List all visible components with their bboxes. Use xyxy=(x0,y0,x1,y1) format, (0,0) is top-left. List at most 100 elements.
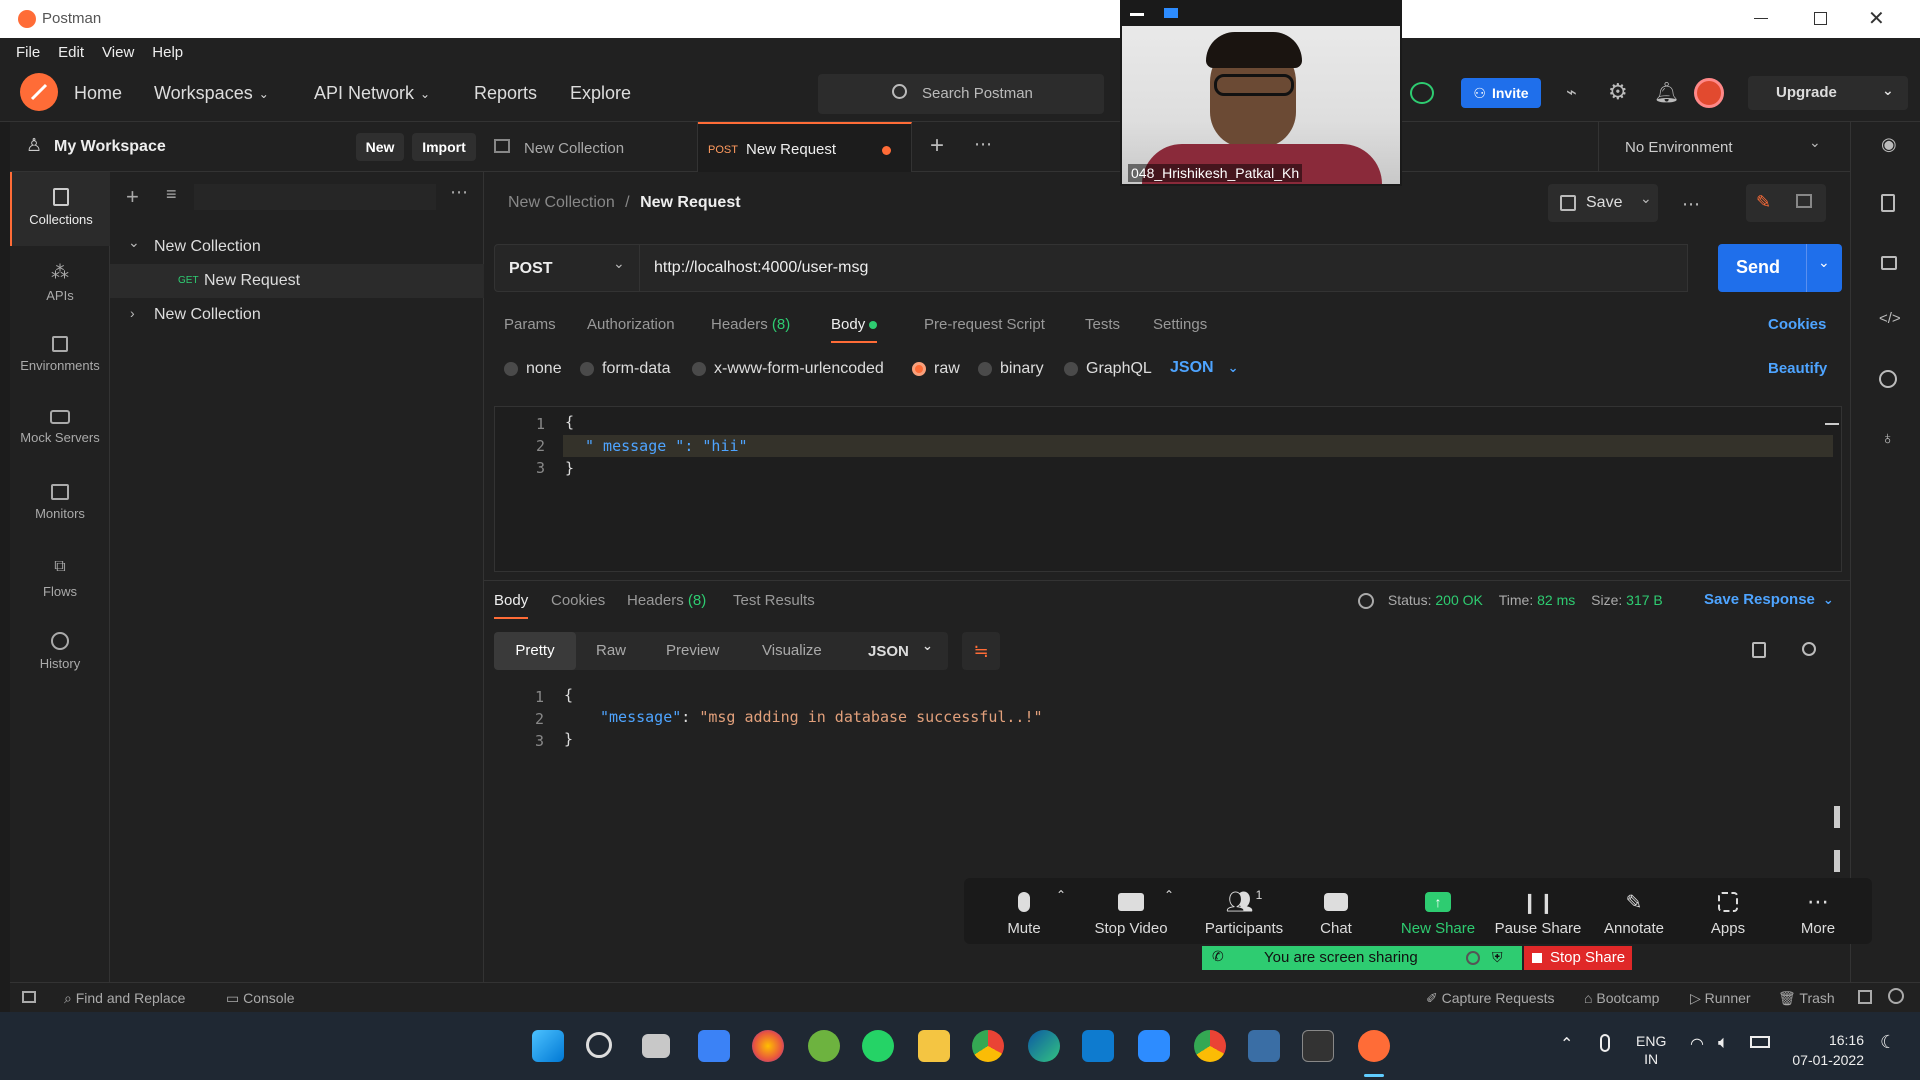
menu-file[interactable]: File xyxy=(16,44,40,61)
postman-logo-icon[interactable] xyxy=(20,73,58,111)
save-button[interactable]: Save ⌄ xyxy=(1548,184,1658,222)
participants-button[interactable]: 👥︎ 1 Participants xyxy=(1194,888,1294,937)
view-pretty[interactable]: Pretty xyxy=(494,632,576,670)
radio-raw[interactable]: raw xyxy=(912,360,960,378)
radio-graphql[interactable]: GraphQL xyxy=(1064,360,1152,378)
nav-reports[interactable]: Reports xyxy=(474,83,537,104)
request-body-editor[interactable]: 123 { " message ": "hii" } xyxy=(494,406,1842,572)
network-app-icon[interactable] xyxy=(1248,1030,1280,1062)
chevron-up-icon[interactable]: ⌃ xyxy=(1164,888,1174,902)
edge-icon[interactable] xyxy=(1028,1030,1060,1062)
eye-icon[interactable]: ◉ xyxy=(1881,134,1897,155)
comments-icon[interactable] xyxy=(1881,256,1897,270)
filter-input[interactable] xyxy=(194,184,436,210)
search-icon[interactable] xyxy=(1802,642,1816,656)
close-icon[interactable]: ✕ xyxy=(1868,6,1885,31)
stop-video-button[interactable]: Stop Video xyxy=(1086,888,1176,937)
tab-body[interactable]: Body xyxy=(831,316,878,343)
code-icon[interactable]: </> xyxy=(1879,310,1901,327)
language-indicator[interactable]: ENG IN xyxy=(1636,1032,1666,1068)
search-bar[interactable]: Search Postman xyxy=(818,74,1104,114)
chat-button[interactable]: Chat xyxy=(1296,888,1376,937)
file-explorer-icon[interactable] xyxy=(918,1030,950,1062)
search-icon[interactable] xyxy=(586,1032,612,1058)
breadcrumb-parent[interactable]: New Collection xyxy=(508,194,615,211)
add-collection-icon[interactable]: + xyxy=(126,184,139,210)
add-tab-icon[interactable]: + xyxy=(930,132,944,160)
minimize-icon[interactable] xyxy=(1130,13,1144,16)
notification-icon[interactable]: ☾ xyxy=(1880,1032,1896,1053)
response-tab-body[interactable]: Body xyxy=(494,592,529,619)
nav-home[interactable]: Home xyxy=(74,83,122,104)
more-icon[interactable]: ⋯ xyxy=(1682,194,1700,215)
radio-none[interactable]: none xyxy=(504,360,562,378)
capture-requests-button[interactable]: ✐ Capture Requests xyxy=(1426,990,1554,1007)
sidebar-item-flows[interactable]: ⧉ Flows xyxy=(10,542,110,616)
wrap-lines-icon[interactable]: ≒ xyxy=(962,632,1000,670)
save-response-button[interactable]: Save Response ⌄ xyxy=(1704,591,1834,608)
scrollbar[interactable] xyxy=(1834,806,1840,828)
upgrade-button[interactable]: Upgrade ⌄ xyxy=(1748,76,1908,110)
import-button[interactable]: Import xyxy=(412,133,476,161)
tab-pre-request-script[interactable]: Pre-request Script xyxy=(924,316,1045,333)
response-tab-cookies[interactable]: Cookies xyxy=(551,592,605,609)
menu-edit[interactable]: Edit xyxy=(58,44,84,61)
tab-headers[interactable]: Headers (8) xyxy=(711,316,790,333)
workspace-name[interactable]: My Workspace xyxy=(54,138,166,156)
tree-collection[interactable]: › New Collection xyxy=(110,298,484,332)
chevron-up-icon[interactable]: ⌃ xyxy=(1056,888,1066,902)
battery-icon[interactable] xyxy=(1750,1036,1770,1048)
more-icon[interactable]: ⋯ xyxy=(450,182,468,203)
nav-api-network[interactable]: API Network ⌄ xyxy=(314,83,430,104)
tab-params[interactable]: Params xyxy=(504,316,556,333)
video-thumbnail[interactable]: 048_Hrishikesh_Patkal_Kh xyxy=(1120,0,1402,186)
sidebar-item-monitors[interactable]: Monitors xyxy=(10,468,110,542)
firefox-icon[interactable] xyxy=(752,1030,784,1062)
zoom-icon[interactable] xyxy=(1138,1030,1170,1062)
volume-icon[interactable]: 🔈︎ xyxy=(1718,1032,1729,1053)
info-icon[interactable] xyxy=(1879,370,1897,388)
view-raw[interactable]: Raw xyxy=(596,642,626,659)
maximize-icon[interactable] xyxy=(1814,12,1827,25)
radio-urlencoded[interactable]: x-www-form-urlencoded xyxy=(692,360,884,378)
trash-button[interactable]: 🗑︎ Trash xyxy=(1778,990,1835,1007)
lightbulb-icon[interactable]: ♁ xyxy=(1881,428,1895,449)
tab-authorization[interactable]: Authorization xyxy=(587,316,675,333)
edit-icon[interactable]: ✎ xyxy=(1756,192,1771,213)
method-select[interactable]: POST ⌄ xyxy=(494,244,640,292)
send-button[interactable]: Send ⌄ xyxy=(1718,244,1842,292)
minimize-icon[interactable] xyxy=(1754,18,1768,19)
chrome-profile-icon[interactable] xyxy=(1194,1030,1226,1062)
nav-workspaces[interactable]: Workspaces ⌄ xyxy=(154,83,269,104)
gear-icon[interactable]: ⚙ xyxy=(1608,79,1628,105)
chevron-up-icon[interactable]: ⌃ xyxy=(1560,1034,1573,1054)
runner-button[interactable]: ▷ Runner xyxy=(1690,990,1751,1007)
url-input[interactable]: http://localhost:4000/user-msg xyxy=(640,244,1688,292)
cookies-link[interactable]: Cookies xyxy=(1768,316,1826,333)
tree-request[interactable]: GET New Request xyxy=(110,264,484,298)
new-button[interactable]: New xyxy=(356,133,404,161)
view-preview[interactable]: Preview xyxy=(666,642,719,659)
postman-taskbar-icon[interactable] xyxy=(1358,1030,1390,1062)
response-tab-headers[interactable]: Headers (8) xyxy=(627,592,706,609)
radio-binary[interactable]: binary xyxy=(978,360,1044,378)
nav-explore[interactable]: Explore xyxy=(570,83,631,104)
comment-icon[interactable] xyxy=(1796,194,1812,208)
documentation-icon[interactable] xyxy=(1881,194,1895,212)
sidebar-item-mock-servers[interactable]: Mock Servers xyxy=(10,394,110,468)
windows-start-icon[interactable] xyxy=(532,1030,564,1062)
whatsapp-icon[interactable] xyxy=(862,1030,894,1062)
task-view-icon[interactable] xyxy=(642,1034,670,1058)
more-icon[interactable]: ⋯ xyxy=(974,134,992,155)
help-icon[interactable] xyxy=(1888,988,1904,1004)
vscode-icon[interactable] xyxy=(1082,1030,1114,1062)
stop-share-button[interactable]: Stop Share xyxy=(1524,946,1632,970)
body-format-select[interactable]: JSON ⌄ xyxy=(1170,359,1238,377)
find-replace-button[interactable]: ⌕ Find and Replace xyxy=(64,990,185,1007)
bootcamp-button[interactable]: ⌂ Bootcamp xyxy=(1584,990,1659,1006)
breadcrumb-current[interactable]: New Request xyxy=(640,194,740,211)
layout-icon[interactable] xyxy=(1858,990,1872,1004)
apps-button[interactable]: Apps xyxy=(1688,888,1768,937)
invite-button[interactable]: ⚇ Invite xyxy=(1461,78,1541,108)
scrollbar[interactable] xyxy=(1825,423,1839,425)
